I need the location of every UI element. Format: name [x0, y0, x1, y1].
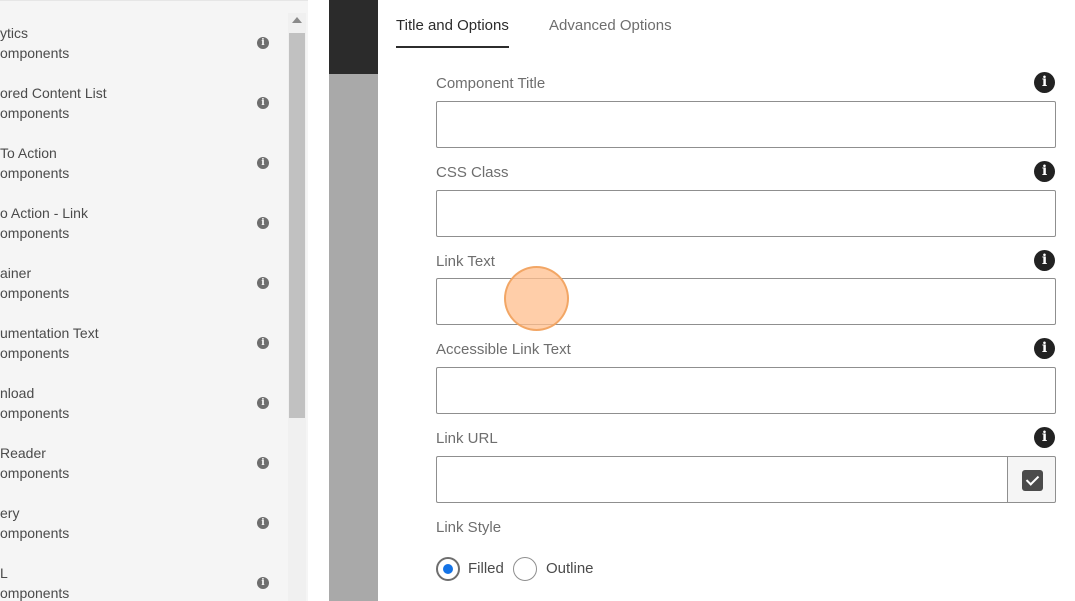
component-title-label: Component Title — [436, 75, 546, 92]
info-icon[interactable]: i — [257, 577, 269, 589]
component-group: omponents — [0, 165, 70, 181]
info-icon[interactable]: i — [1034, 72, 1055, 93]
component-title: umentation Text — [0, 325, 99, 341]
info-icon[interactable]: i — [257, 337, 269, 349]
components-panel: ytics omponents i ored Content List ompo… — [0, 0, 308, 601]
filled-radio-label[interactable]: Filled — [468, 560, 504, 577]
component-list-item[interactable]: Reader omponents i — [0, 433, 286, 493]
info-icon[interactable]: i — [257, 37, 269, 49]
component-group: omponents — [0, 525, 70, 541]
component-list-item[interactable]: L omponents i — [0, 553, 286, 601]
component-group: omponents — [0, 585, 70, 601]
tab-advanced-options[interactable]: Advanced Options — [549, 17, 672, 34]
scrollbar-thumb[interactable] — [289, 33, 305, 418]
component-title: ery — [0, 505, 20, 521]
scrollbar[interactable] — [288, 13, 306, 601]
scroll-up-arrow-icon[interactable] — [292, 17, 302, 23]
component-list-item[interactable]: ytics omponents i — [0, 13, 286, 73]
filled-radio[interactable] — [436, 557, 460, 581]
component-group: omponents — [0, 285, 70, 301]
component-title: ored Content List — [0, 85, 107, 101]
css-class-label: CSS Class — [436, 164, 509, 181]
component-group: omponents — [0, 465, 70, 481]
tab-title-and-options[interactable]: Title and Options — [396, 17, 509, 34]
link-style-label: Link Style — [436, 519, 502, 536]
info-icon[interactable]: i — [1034, 161, 1055, 182]
info-icon[interactable]: i — [257, 277, 269, 289]
component-list-item[interactable]: To Action omponents i — [0, 133, 286, 193]
component-group: omponents — [0, 105, 70, 121]
page-overlay — [329, 0, 378, 601]
accessible-link-text-input[interactable] — [436, 367, 1056, 414]
link-url-picker-button[interactable] — [1007, 456, 1056, 503]
component-title: nload — [0, 385, 35, 401]
component-group: omponents — [0, 45, 70, 61]
active-tab-indicator — [396, 46, 509, 48]
css-class-input[interactable] — [436, 190, 1056, 237]
outline-radio-label[interactable]: Outline — [546, 560, 594, 577]
component-list-item[interactable]: ery omponents i — [0, 493, 286, 553]
component-list-item[interactable]: o Action - Link omponents i — [0, 193, 286, 253]
link-text-label: Link Text — [436, 253, 495, 270]
accessible-link-text-label: Accessible Link Text — [436, 341, 571, 358]
info-icon[interactable]: i — [257, 517, 269, 529]
link-url-input[interactable] — [436, 456, 1008, 503]
component-list-item[interactable]: ainer omponents i — [0, 253, 286, 313]
component-list-item[interactable]: ored Content List omponents i — [0, 73, 286, 133]
component-group: omponents — [0, 225, 70, 241]
info-icon[interactable]: i — [257, 217, 269, 229]
component-list-item[interactable]: umentation Text omponents i — [0, 313, 286, 373]
page-toolbar-overlay — [329, 0, 378, 74]
info-icon[interactable]: i — [1034, 338, 1055, 359]
component-title: ytics — [0, 25, 28, 41]
component-title: L — [0, 565, 8, 581]
component-list: ytics omponents i ored Content List ompo… — [0, 13, 286, 601]
info-icon[interactable]: i — [1034, 427, 1055, 448]
component-title-input[interactable] — [436, 101, 1056, 148]
info-icon[interactable]: i — [257, 157, 269, 169]
component-title: Reader — [0, 445, 46, 461]
component-group: omponents — [0, 345, 70, 361]
component-title: ainer — [0, 265, 32, 281]
panel-gutter — [308, 0, 329, 601]
app-root: ytics omponents i ored Content List ompo… — [0, 0, 1075, 601]
info-icon[interactable]: i — [257, 397, 269, 409]
component-group: omponents — [0, 405, 70, 421]
component-list-item[interactable]: nload omponents i — [0, 373, 286, 433]
info-icon[interactable]: i — [257, 97, 269, 109]
link-url-label: Link URL — [436, 430, 498, 447]
link-text-input[interactable] — [436, 278, 1056, 325]
info-icon[interactable]: i — [1034, 250, 1055, 271]
edit-dialog: Title and Options Advanced Options Compo… — [378, 0, 1075, 601]
outline-radio[interactable] — [513, 557, 537, 581]
component-title: o Action - Link — [0, 205, 88, 221]
component-title: To Action — [0, 145, 57, 161]
info-icon[interactable]: i — [257, 457, 269, 469]
checkbox-check-icon — [1022, 470, 1043, 491]
